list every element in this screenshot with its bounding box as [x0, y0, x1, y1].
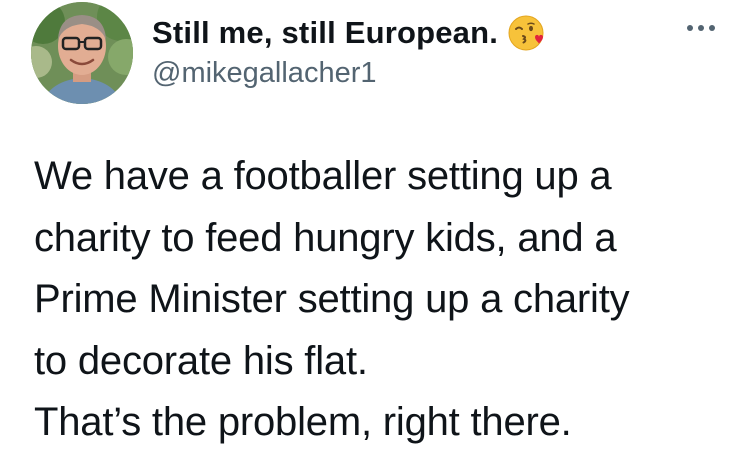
profile-photo [31, 2, 133, 104]
user-handle[interactable]: @mikegallacher1 [152, 55, 544, 91]
tweet-text-line: That’s the problem, right there. [34, 400, 572, 444]
tweet-header: Still me, still European. @mikegallacher… [152, 12, 544, 91]
tweet-text: We have a footballer setting up a charit… [34, 146, 734, 454]
display-name[interactable]: Still me, still European. [152, 12, 498, 54]
more-horizontal-icon [687, 25, 715, 31]
display-name-row: Still me, still European. [152, 12, 544, 54]
face-blowing-a-kiss-emoji [508, 15, 544, 51]
tweet-text-line: to decorate his flat. [34, 338, 368, 383]
avatar[interactable] [31, 2, 133, 104]
tweet-card: Still me, still European. @mikegallacher… [0, 0, 750, 446]
tweet-text-line: Prime Minister setting up a charity [34, 277, 630, 321]
more-options-button[interactable] [683, 14, 719, 42]
tweet-text-line: We have a footballer setting up a [34, 154, 612, 198]
tweet-text-line: charity to feed hungry kids, and a [34, 215, 617, 260]
